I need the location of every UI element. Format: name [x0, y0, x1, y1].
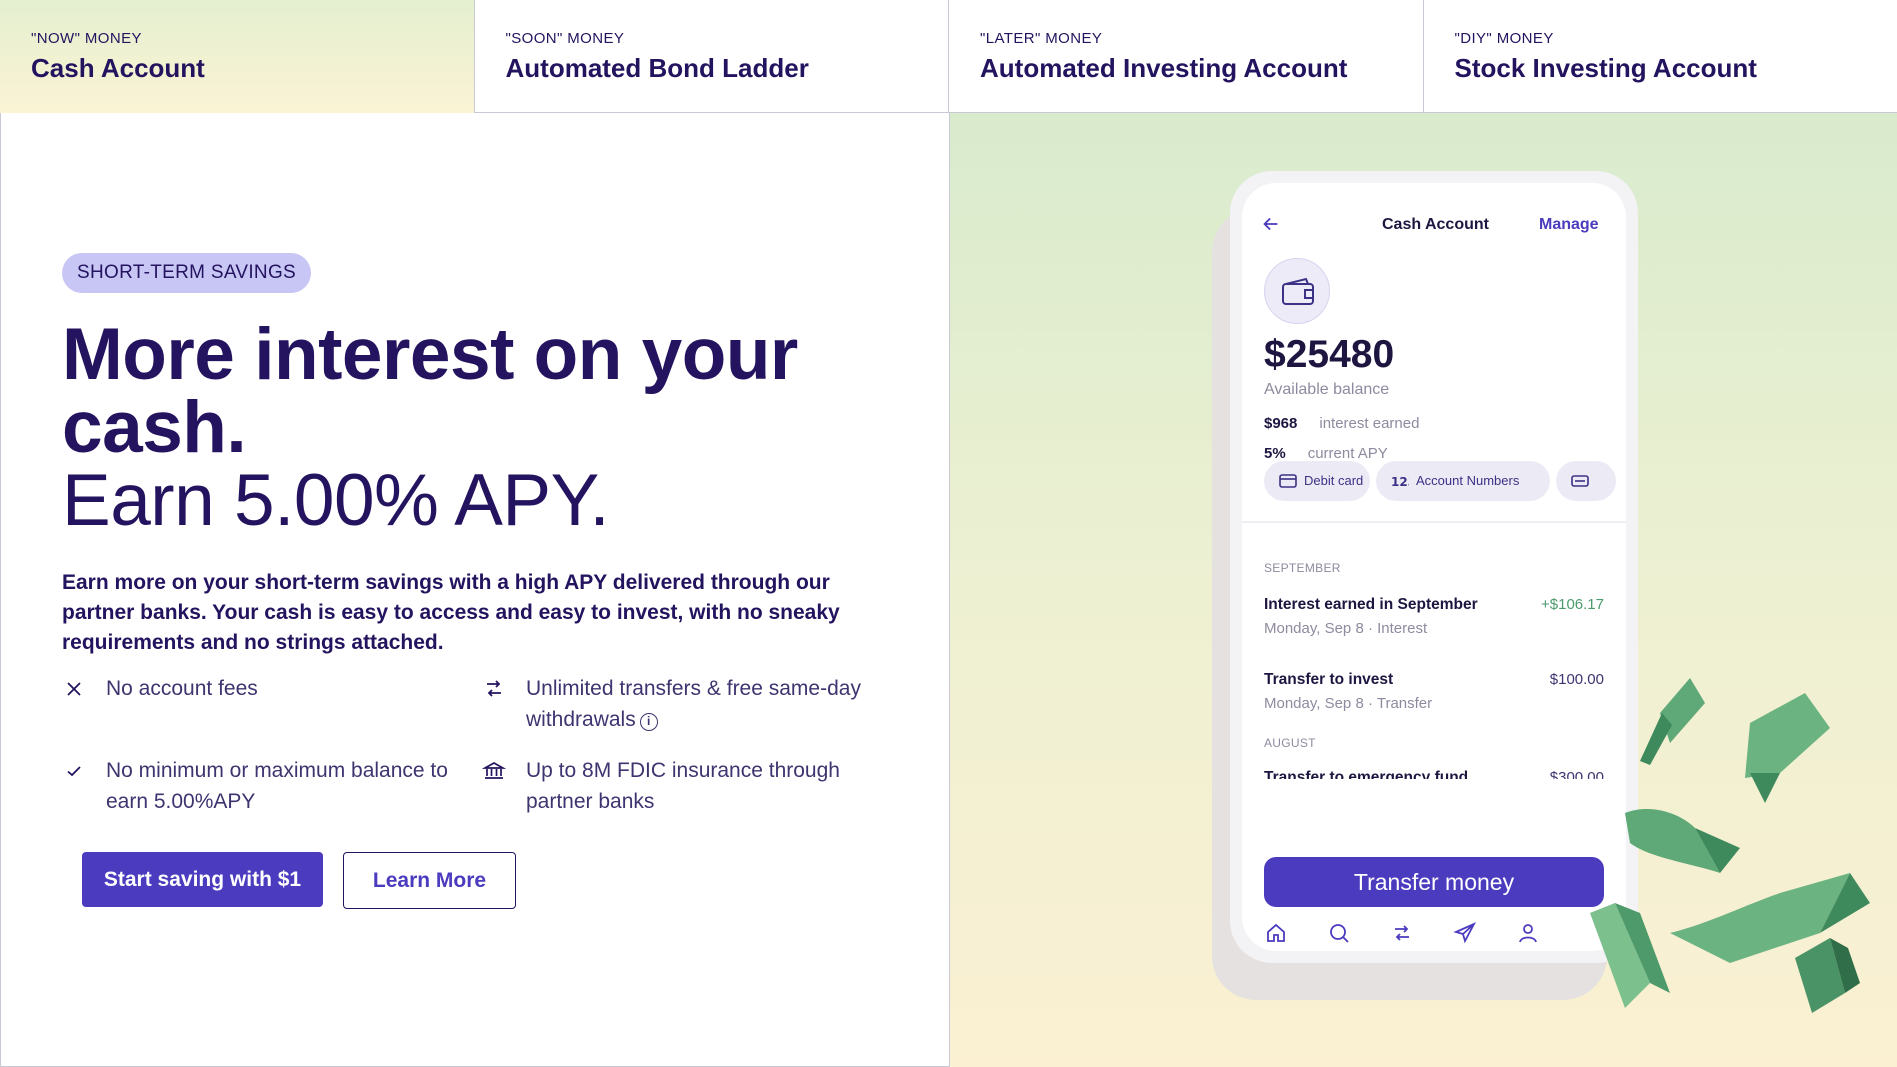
transaction-amount: $300.00 — [1549, 769, 1604, 779]
tab-stock-investing-account[interactable]: "DIY" MONEY Stock Investing Account — [1424, 0, 1897, 113]
tab-kicker: "LATER" MONEY — [980, 30, 1103, 47]
tab-label: Automated Bond Ladder — [505, 53, 809, 83]
feature-text: Unlimited transfers & free same-day with… — [526, 677, 861, 731]
transaction-row[interactable]: Interest earned in September Monday, Sep… — [1264, 596, 1604, 637]
account-tabs: "NOW" MONEY Cash Account "SOON" MONEY Au… — [0, 0, 1897, 113]
feature-no-fees: No account fees — [62, 673, 462, 704]
feature-unlimited-transfers: Unlimited transfers & free same-day with… — [482, 673, 882, 735]
info-icon[interactable]: i — [639, 713, 658, 731]
interest-earned-stat: $968 interest earned — [1264, 415, 1419, 432]
feature-fdic-insurance: Up to 8M FDIC insurance through partner … — [482, 755, 882, 817]
card-icon — [1279, 474, 1297, 488]
numbers-icon: 123 — [1391, 475, 1409, 488]
transfer-money-button[interactable]: Transfer money — [1264, 857, 1604, 907]
chip-label: Debit card — [1304, 473, 1364, 488]
account-numbers-chip[interactable]: 123 Account Numbers — [1376, 461, 1550, 501]
tab-label: Automated Investing Account — [980, 53, 1348, 83]
interest-earned-value: $968 — [1264, 415, 1298, 432]
more-chip[interactable] — [1556, 461, 1616, 501]
check-icon — [67, 766, 81, 777]
current-apy-stat: 5% current APY — [1264, 445, 1388, 462]
back-arrow-icon[interactable] — [1260, 213, 1282, 235]
tab-kicker: "NOW" MONEY — [31, 30, 142, 47]
transaction-row[interactable]: Transfer to invest Monday, Sep 8 · Trans… — [1264, 671, 1604, 712]
money-bill-icon — [1625, 808, 1740, 873]
transaction-amount: +$106.17 — [1541, 596, 1604, 613]
month-header: AUGUST — [1264, 736, 1316, 750]
headline-apy: Earn 5.00% APY. — [62, 460, 610, 541]
phone-screen-title: Cash Account — [1382, 216, 1489, 233]
tab-automated-bond-ladder[interactable]: "SOON" MONEY Automated Bond Ladder — [475, 0, 949, 113]
account-balance: $25480 — [1264, 333, 1395, 376]
tab-label: Cash Account — [31, 53, 205, 83]
current-apy-label: current APY — [1307, 445, 1388, 462]
home-icon[interactable] — [1264, 921, 1288, 945]
phone-bottom-nav — [1242, 921, 1626, 951]
transaction-amount: $100.00 — [1549, 671, 1604, 688]
feature-text: Up to 8M FDIC insurance through partner … — [526, 759, 840, 813]
tab-automated-investing-account[interactable]: "LATER" MONEY Automated Investing Accoun… — [949, 0, 1424, 113]
phone-screen: Cash Account Manage $25480 Available bal… — [1242, 183, 1626, 951]
month-header: SEPTEMBER — [1264, 561, 1341, 575]
hero-section: SHORT-TERM SAVINGS More interest on your… — [0, 113, 950, 1067]
chip-label: Account Numbers — [1416, 473, 1520, 488]
money-bill-icon — [1670, 873, 1870, 963]
category-badge: SHORT-TERM SAVINGS — [62, 253, 312, 293]
feature-text: No account fees — [106, 677, 258, 700]
money-bill-icon — [1795, 938, 1860, 1013]
wallet-icon — [1264, 258, 1330, 324]
current-apy-value: 5% — [1264, 445, 1286, 462]
balance-label: Available balance — [1264, 381, 1390, 398]
transfer-arrows-icon — [487, 680, 501, 697]
interest-earned-label: interest earned — [1319, 415, 1420, 432]
search-icon[interactable] — [1327, 921, 1351, 945]
product-visual: Cash Account Manage $25480 Available bal… — [950, 113, 1897, 1067]
divider — [1242, 521, 1626, 523]
transaction-detail: Monday, Sep 8 · Interest — [1264, 620, 1428, 637]
feature-no-minimum: No minimum or maximum balance to earn 5.… — [62, 755, 462, 817]
start-saving-button[interactable]: Start saving with $1 — [82, 852, 323, 907]
money-bill-icon — [1745, 693, 1830, 803]
learn-more-button[interactable]: Learn More — [343, 852, 516, 909]
tab-kicker: "SOON" MONEY — [505, 30, 625, 47]
money-bill-icon — [1640, 678, 1705, 765]
manage-link[interactable]: Manage — [1539, 216, 1599, 234]
tab-label: Stock Investing Account — [1454, 53, 1757, 83]
send-icon[interactable] — [1453, 921, 1477, 945]
transaction-detail: Monday, Sep 8 · Transfer — [1264, 695, 1433, 712]
x-icon — [67, 682, 81, 696]
tab-cash-account[interactable]: "NOW" MONEY Cash Account — [0, 0, 475, 113]
feature-text: No minimum or maximum balance to earn 5.… — [106, 759, 448, 813]
phone-mockup: Cash Account Manage $25480 Available bal… — [1230, 171, 1638, 963]
headline-bold: More interest on your cash. — [62, 314, 798, 468]
transaction-row[interactable]: Transfer to emergency fund $300.00 — [1264, 769, 1604, 779]
bank-icon — [482, 762, 506, 779]
svg-text:123: 123 — [1391, 475, 1409, 488]
transfer-icon[interactable] — [1390, 921, 1414, 945]
card-icon — [1571, 475, 1589, 487]
tab-kicker: "DIY" MONEY — [1454, 30, 1554, 47]
debit-card-chip[interactable]: Debit card — [1264, 461, 1370, 501]
hero-description: Earn more on your short-term savings wit… — [62, 571, 840, 654]
hero-headline: More interest on your cash. Earn 5.00% A… — [62, 318, 862, 537]
profile-icon[interactable] — [1516, 921, 1540, 945]
